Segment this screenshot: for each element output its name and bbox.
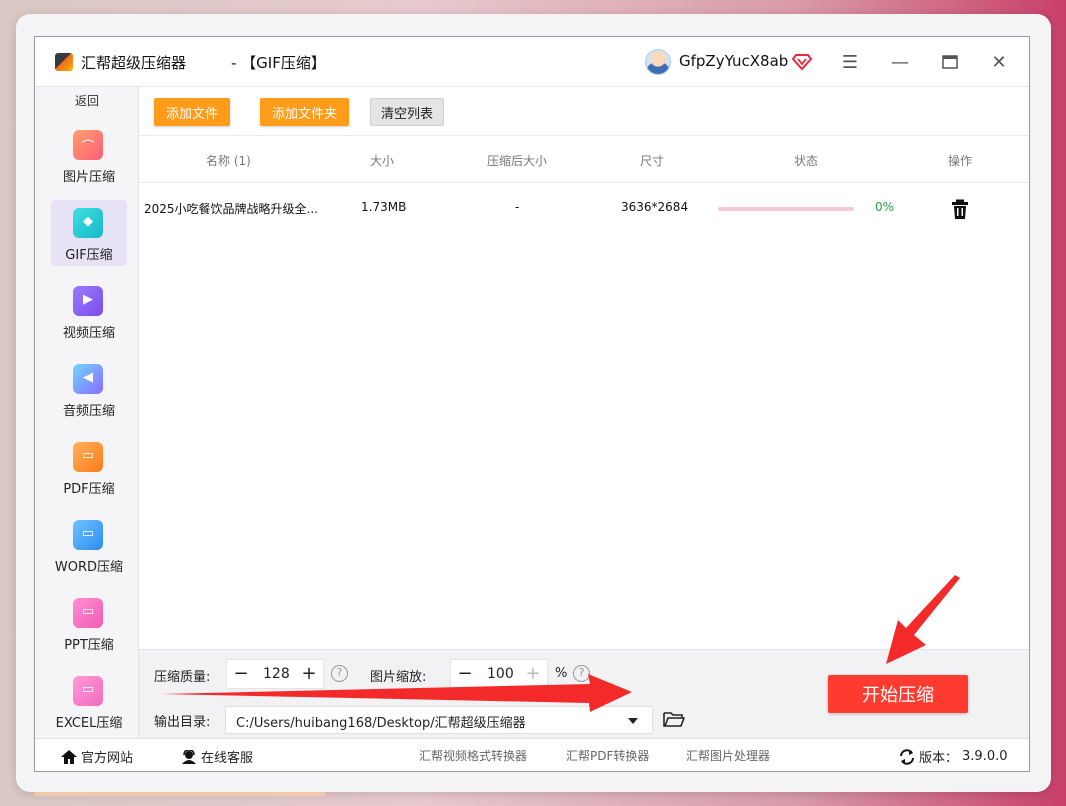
online-support-link[interactable]: 在线客服 [181,747,253,766]
menu-icon[interactable]: ☰ [839,51,861,73]
scale-help-icon[interactable]: ? [573,665,590,682]
quality-increase-button[interactable]: + [299,664,319,684]
sidebar-item-ppt[interactable]: ▭ PPT压缩 [51,590,127,656]
sidebar: 返回 ⌒ 图片压缩 ◆ GIF压缩 ▶ 视频压缩 ◀ 音频压缩 ▭ PDF压缩 … [35,87,139,738]
footer: 官方网站 在线客服 汇帮视频格式转换器 汇帮PDF转换器 汇帮图片处理器 版本：… [35,738,1029,771]
col-actions: 操作 [948,154,973,168]
output-label: 输出目录: [154,715,211,730]
app-window: 汇帮超级压缩器 - 【GIF压缩】 GfpZyYucX8ab ☰ — ✕ 返回 … [34,36,1030,772]
video-icon: ▶ [73,286,103,316]
pdf-icon: ▭ [73,442,103,472]
col-status: 状态 [794,154,819,168]
file-size: 1.73MB [361,200,407,214]
title-bar: 汇帮超级压缩器 - 【GIF压缩】 GfpZyYucX8ab ☰ — ✕ [35,37,1029,87]
word-icon: ▭ [73,520,103,550]
app-title: 汇帮超级压缩器 [81,54,187,72]
file-list-area [139,234,1029,647]
col-name: 名称 (1) [206,154,251,168]
sidebar-item-label: GIF压缩 [65,248,113,263]
official-website-label: 官方网站 [81,751,134,766]
compressed-size: - [515,200,520,214]
version-label: 版本： [919,751,959,766]
clear-list-button[interactable]: 清空列表 [370,98,445,126]
quality-stepper[interactable]: − 128 + [226,659,324,689]
col-size: 大小 [370,154,395,168]
maximize-icon[interactable] [939,51,961,73]
output-path-select[interactable]: C:/Users/huibang168/Desktop/汇帮超级压缩器 [225,706,653,734]
toolbar: 添加文件 添加文件夹 清空列表 [139,87,1029,135]
add-file-button[interactable]: 添加文件 [154,98,231,126]
col-dimensions: 尺寸 [640,154,665,168]
excel-icon: ▭ [73,676,103,706]
app-logo-icon [55,53,73,71]
start-compress-button[interactable]: 开始压缩 [828,675,968,713]
refresh-icon [900,748,914,765]
sidebar-item-label: 音频压缩 [62,404,115,419]
footer-link-image-tool[interactable]: 汇帮图片处理器 [686,747,770,764]
quality-value[interactable]: 128 [263,666,290,682]
file-table-header: 名称 (1) 大小 压缩后大小 尺寸 状态 操作 [139,135,1029,183]
sidebar-item-label: 视频压缩 [62,326,115,341]
back-link[interactable]: 返回 [35,92,139,109]
quality-label: 压缩质量: [154,670,211,685]
ppt-icon: ▭ [73,598,103,628]
file-dimensions: 3636*2684 [621,200,689,214]
scale-decrease-button[interactable]: − [455,664,475,684]
file-name: 2025小吃餐饮品牌战略升级全... [144,202,318,216]
vip-diamond-icon[interactable] [792,51,812,71]
close-icon[interactable]: ✕ [988,51,1010,73]
avatar[interactable] [645,49,671,75]
scale-stepper[interactable]: − 100 + [450,659,548,689]
sidebar-item-label: WORD压缩 [54,560,124,575]
progress-bar [718,207,854,211]
username[interactable]: GfpZyYucX8ab [679,52,788,70]
sidebar-item-label: PDF压缩 [63,482,115,497]
minimize-icon[interactable]: — [889,51,911,73]
quality-help-icon[interactable]: ? [331,665,348,682]
sidebar-item-label: EXCEL压缩 [55,716,123,731]
audio-icon: ◀ [73,364,103,394]
sidebar-item-word[interactable]: ▭ WORD压缩 [51,512,127,578]
scale-label: 图片缩放: [370,670,427,685]
sidebar-item-excel[interactable]: ▭ EXCEL压缩 [51,668,127,734]
sidebar-item-audio[interactable]: ◀ 音频压缩 [51,356,127,422]
footer-link-video-converter[interactable]: 汇帮视频格式转换器 [419,747,527,764]
table-row[interactable]: 2025小吃餐饮品牌战略升级全... 1.73MB - 3636*2684 0% [139,184,1029,234]
gif-icon: ◆ [73,208,103,238]
scale-unit: % [555,666,568,681]
sidebar-item-label: 图片压缩 [62,170,115,185]
chevron-down-icon[interactable] [628,718,638,724]
scale-value[interactable]: 100 [487,666,514,682]
support-icon [182,749,196,764]
trash-icon[interactable] [951,199,969,219]
sidebar-item-image[interactable]: ⌒ 图片压缩 [51,122,127,188]
app-mode: - 【GIF压缩】 [231,54,326,72]
sidebar-item-gif[interactable]: ◆ GIF压缩 [51,200,127,266]
status-percent: 0% [875,200,895,214]
image-icon: ⌒ [73,130,103,160]
online-support-label: 在线客服 [201,751,254,766]
footer-link-pdf-converter[interactable]: 汇帮PDF转换器 [566,747,649,764]
sidebar-item-label: PPT压缩 [64,638,114,653]
quality-decrease-button[interactable]: − [231,664,251,684]
sidebar-item-video[interactable]: ▶ 视频压缩 [51,278,127,344]
add-folder-button[interactable]: 添加文件夹 [260,98,350,126]
official-website-link[interactable]: 官方网站 [61,747,133,766]
home-icon [61,749,77,764]
version-number: 3.9.0.0 [962,749,1008,764]
scale-increase-button[interactable]: + [523,664,543,684]
taskbar-strip [34,792,326,796]
version-info[interactable]: 版本： 3.9.0.0 [899,747,1008,766]
col-compressed-size: 压缩后大小 [487,154,548,168]
sidebar-item-pdf[interactable]: ▭ PDF压缩 [51,434,127,500]
folder-icon[interactable] [663,709,685,729]
output-path: C:/Users/huibang168/Desktop/汇帮超级压缩器 [236,716,526,731]
